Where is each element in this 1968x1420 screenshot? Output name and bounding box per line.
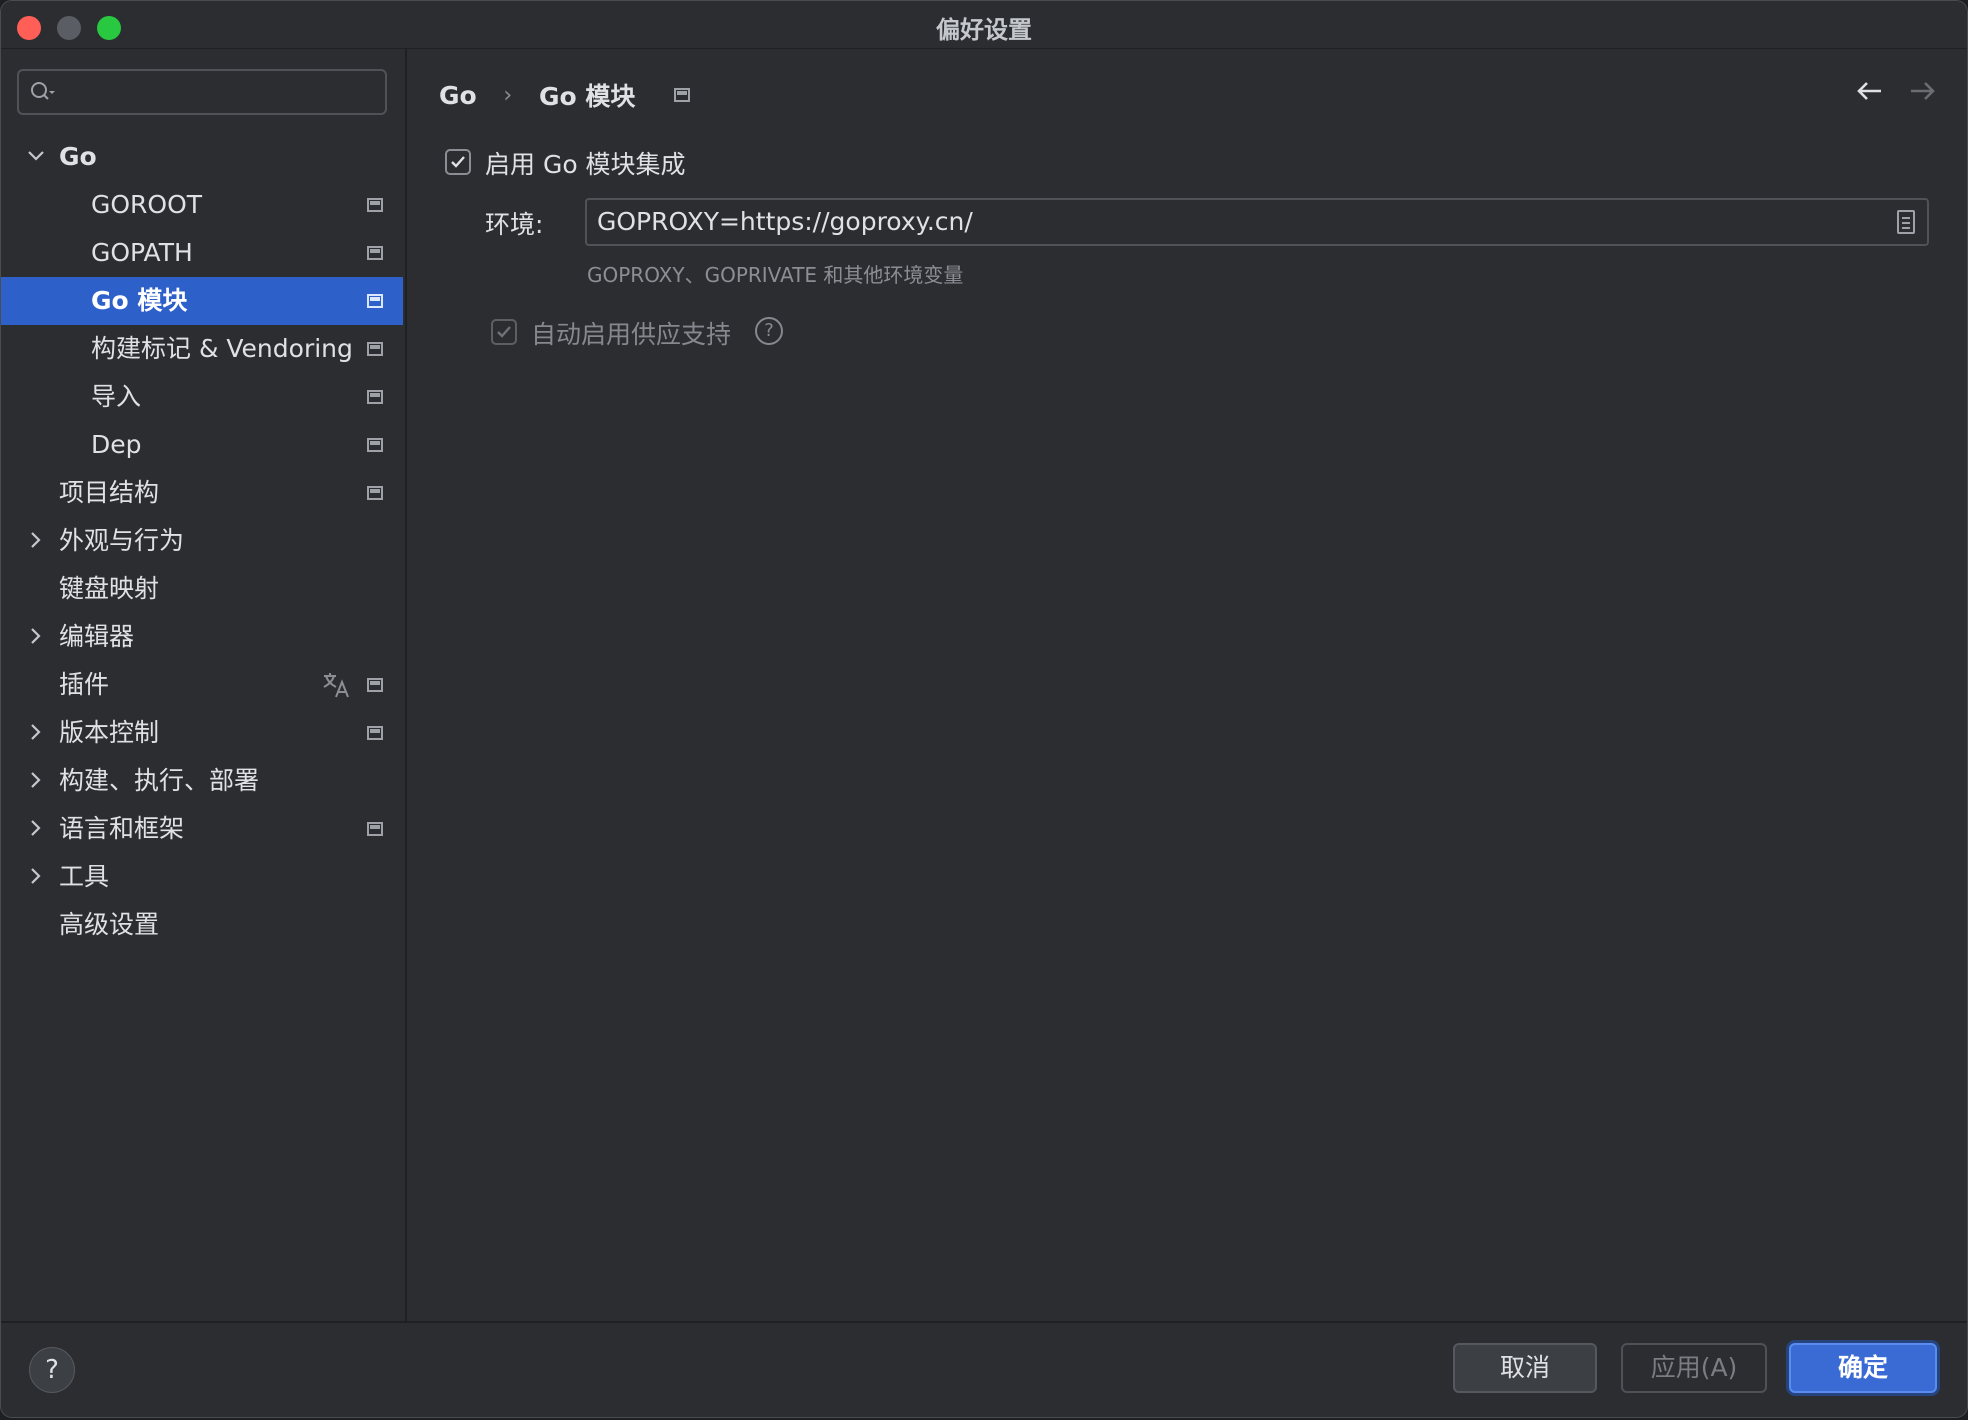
preferences-window: 偏好设置 Go GOROOT GOPATH Go 模块 构建标记 & Vendo…: [0, 0, 1968, 1418]
tree-item-advanced-settings[interactable]: 高级设置: [1, 901, 403, 949]
environment-field[interactable]: GOPROXY=https://goproxy.cn/: [585, 198, 1929, 246]
breadcrumb-parent[interactable]: Go: [439, 81, 477, 110]
tree-item-label: GOPATH: [91, 238, 193, 267]
enable-go-modules-label[interactable]: 启用 Go 模块集成: [485, 145, 686, 181]
tree-item-build-tags-vendoring[interactable]: 构建标记 & Vendoring: [1, 325, 403, 373]
breadcrumb-separator: ›: [503, 82, 513, 108]
tree-item-dep[interactable]: Dep: [1, 421, 403, 469]
tree-item-label: 工具: [59, 862, 110, 891]
apply-button[interactable]: 应用(A): [1621, 1343, 1767, 1393]
enable-go-modules-checkbox[interactable]: [445, 149, 471, 175]
help-circle-icon[interactable]: ?: [755, 317, 783, 345]
tree-item-tools[interactable]: 工具: [1, 853, 403, 901]
project-level-icon: [367, 486, 383, 500]
tree-item-label: 高级设置: [59, 910, 160, 939]
chevron-right-icon[interactable]: [25, 865, 47, 887]
tree-item-imports[interactable]: 导入: [1, 373, 403, 421]
chevron-right-icon[interactable]: [25, 817, 47, 839]
settings-search-input[interactable]: [17, 69, 387, 115]
tree-item-editor[interactable]: 编辑器: [1, 613, 403, 661]
tree-item-project-structure[interactable]: 项目结构: [1, 469, 403, 517]
dialog-footer: ? 取消 应用(A) 确定: [1, 1321, 1967, 1417]
window-title: 偏好设置: [936, 16, 1032, 44]
tree-item-label: 构建、执行、部署: [59, 766, 260, 795]
project-level-icon: [367, 438, 383, 452]
tree-item-version-control[interactable]: 版本控制: [1, 709, 403, 757]
environment-label: 环境:: [485, 210, 544, 239]
tree-item-label: Go 模块: [91, 286, 188, 315]
project-level-icon: [674, 88, 691, 102]
chevron-right-icon[interactable]: [25, 721, 47, 743]
back-arrow-icon[interactable]: [1853, 75, 1885, 107]
project-level-icon: [367, 390, 383, 404]
tree-item-label: GOROOT: [91, 190, 203, 219]
tree-item-build-execution-deployment[interactable]: 构建、执行、部署: [1, 757, 403, 805]
ok-button[interactable]: 确定: [1789, 1343, 1937, 1393]
project-level-icon: [367, 342, 383, 356]
tree-item-plugins[interactable]: 插件: [1, 661, 403, 709]
tree-item-go[interactable]: Go: [1, 133, 403, 181]
tree-item-label: 插件: [59, 670, 110, 699]
auto-vendoring-label[interactable]: 自动启用供应支持: [531, 315, 731, 351]
project-level-icon: [367, 726, 383, 740]
environment-hint: GOPROXY、GOPRIVATE 和其他环境变量: [587, 263, 964, 287]
settings-content: Go › Go 模块 启用 Go 模块集成 环境: GOPROXY=https:…: [407, 49, 1967, 1321]
cancel-button[interactable]: 取消: [1453, 1343, 1597, 1393]
breadcrumb-current: Go 模块: [538, 82, 636, 111]
environment-value: GOPROXY=https://goproxy.cn/: [597, 207, 973, 236]
tree-item-label: 项目结构: [59, 478, 160, 507]
chevron-right-icon[interactable]: [25, 769, 47, 791]
title-bar: 偏好设置: [1, 1, 1967, 49]
tree-item-label: 构建标记 & Vendoring: [91, 334, 353, 363]
tree-item-label: 编辑器: [59, 622, 135, 651]
project-level-icon: [367, 678, 383, 692]
tree-item-gopath[interactable]: GOPATH: [1, 229, 403, 277]
translate-icon: [323, 673, 349, 698]
tree-item-go-modules[interactable]: Go 模块: [1, 277, 403, 325]
tree-item-languages-frameworks[interactable]: 语言和框架: [1, 805, 403, 853]
project-level-icon: [367, 822, 383, 836]
tree-item-appearance-behavior[interactable]: 外观与行为: [1, 517, 403, 565]
tree-item-label: 键盘映射: [59, 574, 160, 603]
tree-item-goroot[interactable]: GOROOT: [1, 181, 403, 229]
chevron-right-icon[interactable]: [25, 529, 47, 551]
settings-sidebar: Go GOROOT GOPATH Go 模块 构建标记 & Vendoring …: [1, 49, 407, 1321]
project-level-icon: [367, 198, 383, 212]
breadcrumb: Go › Go 模块: [439, 77, 691, 113]
forward-arrow-icon[interactable]: [1907, 75, 1939, 107]
tree-item-label: Dep: [91, 430, 142, 459]
project-level-icon: [367, 294, 383, 308]
chevron-right-icon[interactable]: [25, 625, 47, 647]
help-button[interactable]: ?: [29, 1347, 75, 1393]
tree-item-label: 语言和框架: [59, 814, 185, 843]
checkmark-icon: [451, 156, 465, 168]
tree-item-label: 外观与行为: [59, 526, 185, 555]
browse-env-icon[interactable]: [1897, 210, 1915, 234]
tree-item-label: 导入: [91, 382, 142, 411]
tree-item-label: Go: [59, 142, 97, 171]
chevron-down-icon[interactable]: [25, 145, 47, 167]
tree-item-label: 版本控制: [59, 718, 160, 747]
checkmark-icon: [497, 326, 511, 338]
tree-item-keymap[interactable]: 键盘映射: [1, 565, 403, 613]
auto-vendoring-checkbox[interactable]: [491, 319, 517, 345]
project-level-icon: [367, 246, 383, 260]
search-icon: [31, 82, 55, 100]
